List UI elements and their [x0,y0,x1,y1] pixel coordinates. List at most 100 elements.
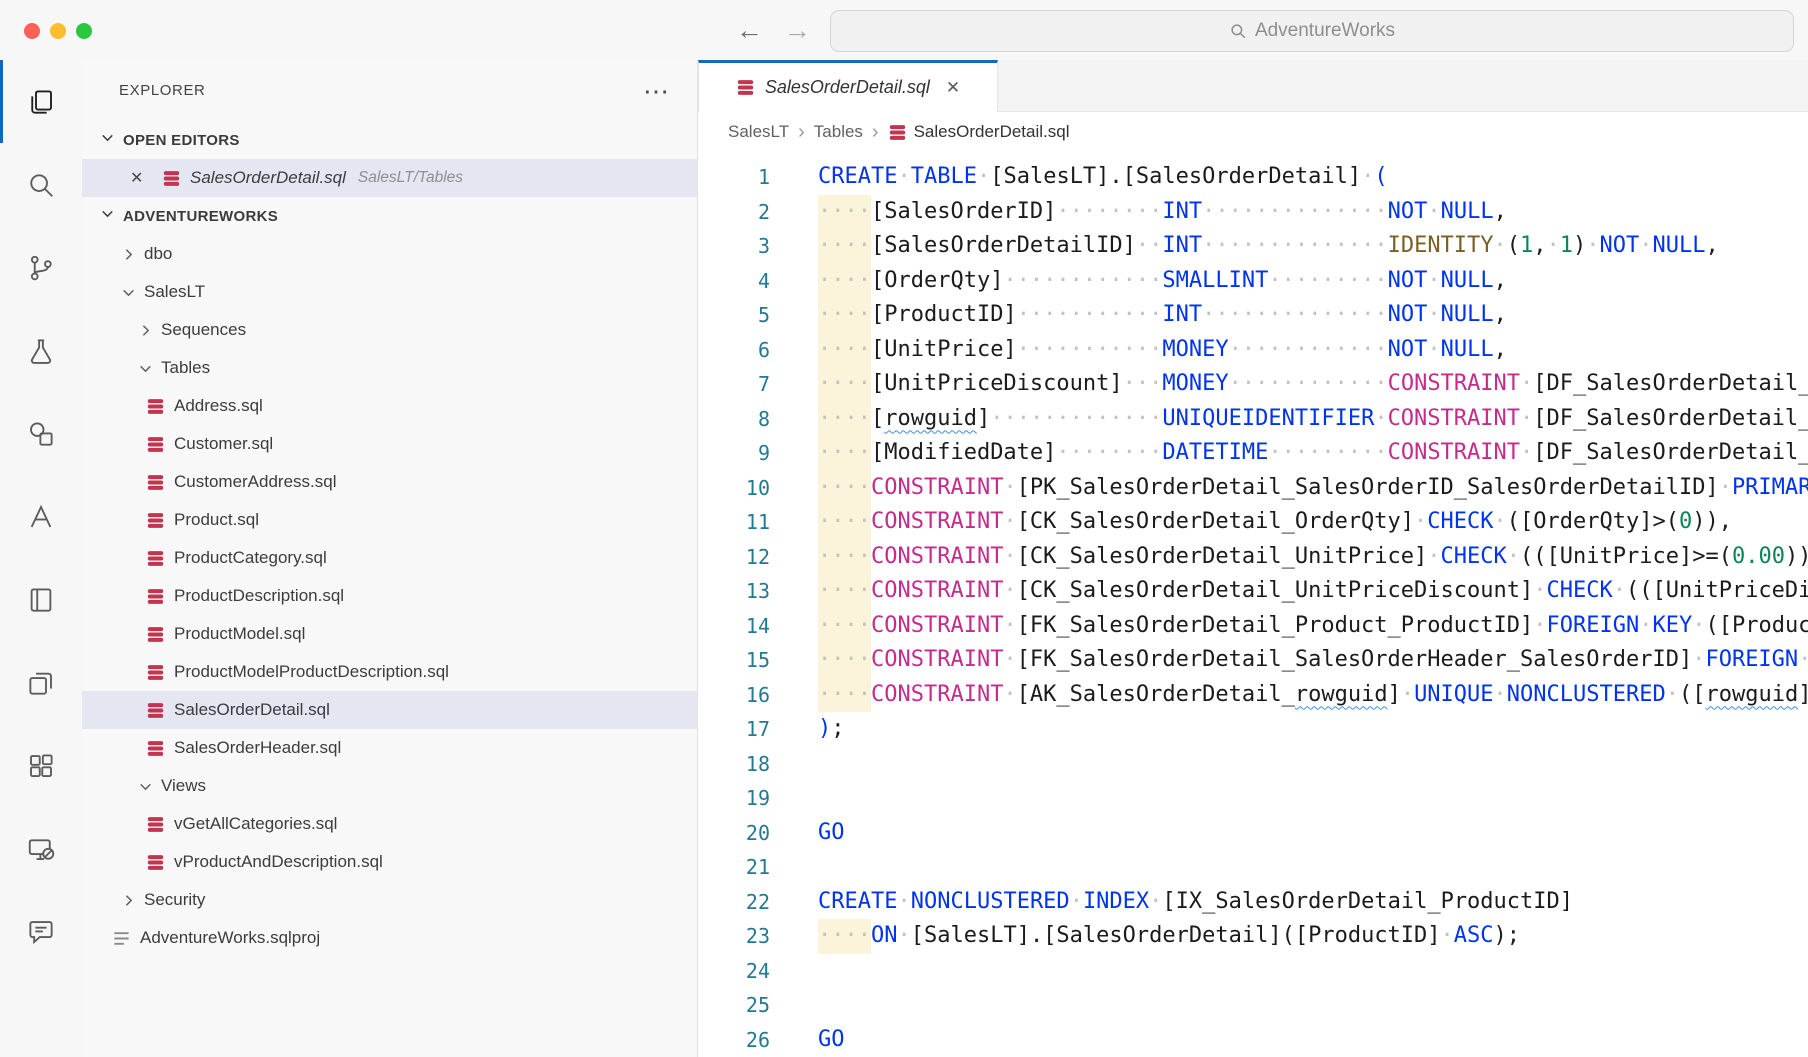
tree-item-salesorderheader-sql[interactable]: SalesOrderHeader.sql [82,729,697,767]
tree-item-product-sql[interactable]: Product.sql [82,501,697,539]
breadcrumb-folder[interactable]: Tables [814,122,863,142]
close-window-button[interactable] [24,23,40,39]
tree-item-saleslt[interactable]: SalesLT [82,273,697,311]
line-number: 14 [698,609,770,644]
close-icon[interactable]: ✕ [130,168,148,188]
activity-item-azure[interactable] [0,475,82,558]
code-line-content [770,988,1808,1023]
more-actions-icon[interactable]: ⋯ [643,78,669,104]
code-token: INT [1162,233,1202,258]
code-line[interactable]: 1CREATE·TABLE·[SalesLT].[SalesOrderDetai… [698,160,1808,195]
code-line[interactable]: 16····CONSTRAINT·[AK_SalesOrderDetail_ro… [698,678,1808,713]
code-line[interactable]: 2····[SalesOrderID]········INT··········… [698,195,1808,230]
code-token: · [1427,544,1440,569]
code-token: ········· [1268,440,1387,465]
tree-item-productcategory-sql[interactable]: ProductCategory.sql [82,539,697,577]
tree-item-views[interactable]: Views [82,767,697,805]
code-line[interactable]: 14····CONSTRAINT·[FK_SalesOrderDetail_Pr… [698,609,1808,644]
code-token: · [1003,647,1016,672]
code-token: [UnitPriceDiscount] [871,371,1123,396]
tree-item-tables[interactable]: Tables [82,349,697,387]
activity-item-testing[interactable] [0,309,82,392]
code-token: [CK_SalesOrderDetail_OrderQty] [1017,509,1414,534]
code-editor[interactable]: 1CREATE·TABLE·[SalesLT].[SalesOrderDetai… [698,152,1808,1057]
code-line[interactable]: 11····CONSTRAINT·[CK_SalesOrderDetail_Or… [698,505,1808,540]
code-line[interactable]: 12····CONSTRAINT·[CK_SalesOrderDetail_Un… [698,540,1808,575]
traffic-lights [24,23,92,39]
tree-item-productdescription-sql[interactable]: ProductDescription.sql [82,577,697,615]
code-line[interactable]: 21 [698,850,1808,885]
database-icon [146,701,165,720]
tree-item-productmodelproductdescription-sql[interactable]: ProductModelProductDescription.sql [82,653,697,691]
section-open-editors[interactable]: OPEN EDITORS [82,121,697,159]
tree-item-productmodel-sql[interactable]: ProductModel.sql [82,615,697,653]
line-number: 16 [698,678,770,713]
tree-item-security[interactable]: Security [82,881,697,919]
search-icon [26,170,56,200]
code-token: ············· [990,406,1162,431]
tree-item-address-sql[interactable]: Address.sql [82,387,697,425]
breadcrumb-file[interactable]: SalesOrderDetail.sql [888,122,1070,142]
line-number: 19 [698,781,770,816]
code-line[interactable]: 15····CONSTRAINT·[FK_SalesOrderDetail_Sa… [698,643,1808,678]
code-line[interactable]: 23····ON·[SalesLT].[SalesOrderDetail]([P… [698,919,1808,954]
tree-item-salesorderdetail-sql[interactable]: SalesOrderDetail.sql [82,691,697,729]
activity-item-windows[interactable] [0,641,82,724]
activity-item-explorer[interactable] [0,60,82,143]
back-arrow-button[interactable]: ← [736,0,763,60]
code-line[interactable]: 7····[UnitPriceDiscount]···MONEY········… [698,367,1808,402]
code-line[interactable]: 25 [698,988,1808,1023]
tree-item-label: SalesOrderDetail.sql [174,700,330,720]
minimize-window-button[interactable] [50,23,66,39]
activity-item-feedback[interactable] [0,890,82,973]
code-line[interactable]: 17); [698,712,1808,747]
activity-item-objects[interactable] [0,392,82,475]
forward-arrow-button[interactable]: → [784,0,811,60]
tree-item-dbo[interactable]: dbo [82,235,697,273]
code-line[interactable]: 24 [698,954,1808,989]
database-icon [146,397,165,416]
chevron-down-icon [99,129,116,151]
code-token: [OrderQty] [871,268,1003,293]
code-token: , [1494,337,1507,362]
line-number: 12 [698,540,770,575]
section-adventureworks[interactable]: ADVENTUREWORKS [82,197,697,235]
code-token: NOT [1388,268,1428,293]
tree-item-customeraddress-sql[interactable]: CustomerAddress.sql [82,463,697,501]
code-line[interactable]: 3····[SalesOrderDetailID]··INT··········… [698,229,1808,264]
code-line[interactable]: 22CREATE·NONCLUSTERED·INDEX·[IX_SalesOrd… [698,885,1808,920]
tree-item-sequences[interactable]: Sequences [82,311,697,349]
code-line[interactable]: 18 [698,747,1808,782]
activity-item-source-control[interactable] [0,226,82,309]
close-tab-icon[interactable]: ✕ [946,78,960,98]
code-line[interactable]: 6····[UnitPrice]···········MONEY········… [698,333,1808,368]
tab-salesorderdetail-sql[interactable]: SalesOrderDetail.sql ✕ [698,60,998,112]
code-line[interactable]: 9····[ModifiedDate]········DATETIME·····… [698,436,1808,471]
code-token: ········· [1268,268,1387,293]
code-line[interactable]: 8····[rowguid]·············UNIQUEIDENTIF… [698,402,1808,437]
code-line[interactable]: 26GO [698,1023,1808,1057]
titlebar-search[interactable]: AdventureWorks [830,10,1794,52]
line-number: 24 [698,954,770,989]
line-number: 10 [698,471,770,506]
code-line[interactable]: 19 [698,781,1808,816]
activity-item-notebooks[interactable] [0,558,82,641]
code-token: [ProductID] [871,302,1017,327]
zoom-window-button[interactable] [76,23,92,39]
activity-item-remote[interactable] [0,807,82,890]
tree-item-customer-sql[interactable]: Customer.sql [82,425,697,463]
tree-item-vgetallcategories-sql[interactable]: vGetAllCategories.sql [82,805,697,843]
code-token: ···· [818,371,871,396]
code-token: ············ [1229,371,1388,396]
code-line[interactable]: 20GO [698,816,1808,851]
code-line[interactable]: 4····[OrderQty]············SMALLINT·····… [698,264,1808,299]
activity-item-search[interactable] [0,143,82,226]
open-editor-salesorderdetail-sql[interactable]: ✕SalesOrderDetail.sqlSalesLT/Tables [82,159,697,197]
tree-item-vproductanddescription-sql[interactable]: vProductAndDescription.sql [82,843,697,881]
tree-item-adventureworks-sqlproj[interactable]: AdventureWorks.sqlproj [82,919,697,957]
activity-item-extensions[interactable] [0,724,82,807]
code-line[interactable]: 5····[ProductID]···········INT··········… [698,298,1808,333]
code-line[interactable]: 13····CONSTRAINT·[CK_SalesOrderDetail_Un… [698,574,1808,609]
code-line[interactable]: 10····CONSTRAINT·[PK_SalesOrderDetail_Sa… [698,471,1808,506]
breadcrumb-schema[interactable]: SalesLT [728,122,789,142]
